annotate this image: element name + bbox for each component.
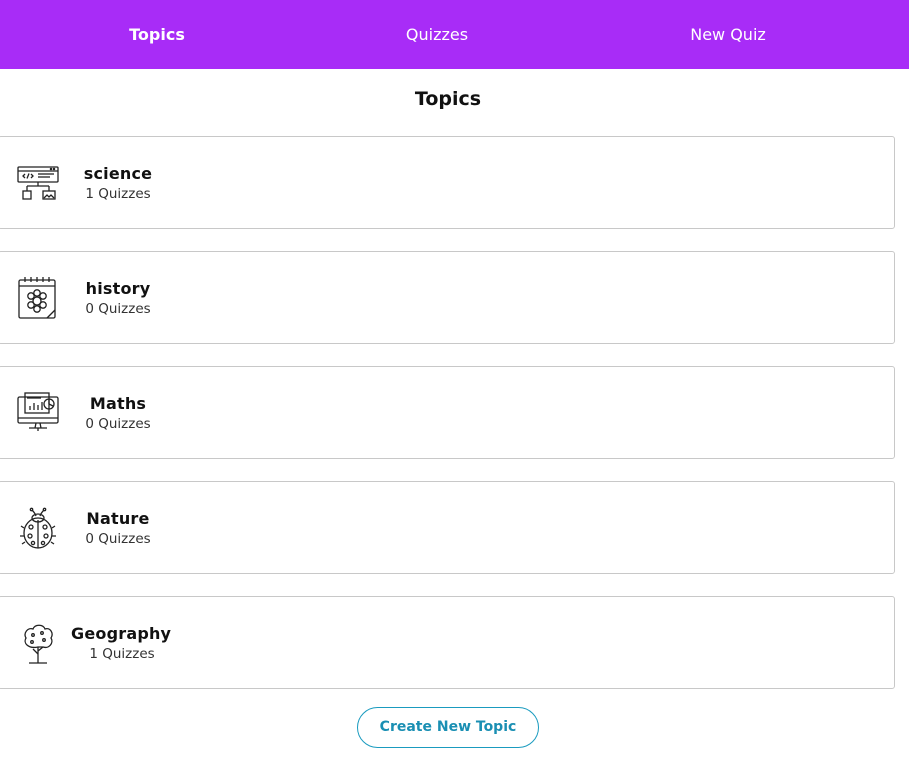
topic-card-maths[interactable]: Maths 0 Quizzes — [0, 366, 895, 459]
topic-text: science 1 Quizzes — [72, 163, 164, 203]
topic-text: Nature 0 Quizzes — [72, 508, 164, 548]
topic-name: Nature — [86, 509, 150, 528]
topic-name: Geography — [71, 624, 172, 643]
topic-text: Maths 0 Quizzes — [72, 393, 164, 433]
topic-quiz-count: 1 Quizzes — [85, 186, 151, 202]
monitor-chart-icon — [17, 391, 59, 435]
topic-name: Maths — [89, 394, 147, 413]
topic-name: science — [83, 164, 153, 183]
topic-quiz-count: 0 Quizzes — [85, 301, 151, 317]
page-title: Topics — [414, 88, 482, 110]
topic-text: history 0 Quizzes — [72, 278, 164, 318]
nav-quizzes-link[interactable]: Quizzes — [337, 0, 537, 69]
nav-new-quiz-link[interactable]: New Quiz — [628, 0, 828, 69]
topic-quiz-count: 0 Quizzes — [85, 531, 151, 547]
topic-text: Geography 1 Quizzes — [71, 623, 172, 663]
top-navbar: Topics Quizzes New Quiz — [0, 0, 909, 69]
topic-name: history — [85, 279, 151, 298]
ladybug-icon — [17, 506, 59, 550]
topic-quiz-count: 1 Quizzes — [89, 646, 155, 662]
calendar-flower-icon — [17, 276, 59, 320]
create-new-topic-button[interactable]: Create New Topic — [357, 707, 539, 748]
topic-card-science[interactable]: science 1 Quizzes — [0, 136, 895, 229]
topic-card-history[interactable]: history 0 Quizzes — [0, 251, 895, 344]
tree-icon — [17, 621, 59, 665]
nav-topics-link[interactable]: Topics — [57, 0, 257, 69]
topic-card-nature[interactable]: Nature 0 Quizzes — [0, 481, 895, 574]
topic-card-geography[interactable]: Geography 1 Quizzes — [0, 596, 895, 689]
code-diagram-icon — [17, 161, 59, 205]
topic-quiz-count: 0 Quizzes — [85, 416, 151, 432]
